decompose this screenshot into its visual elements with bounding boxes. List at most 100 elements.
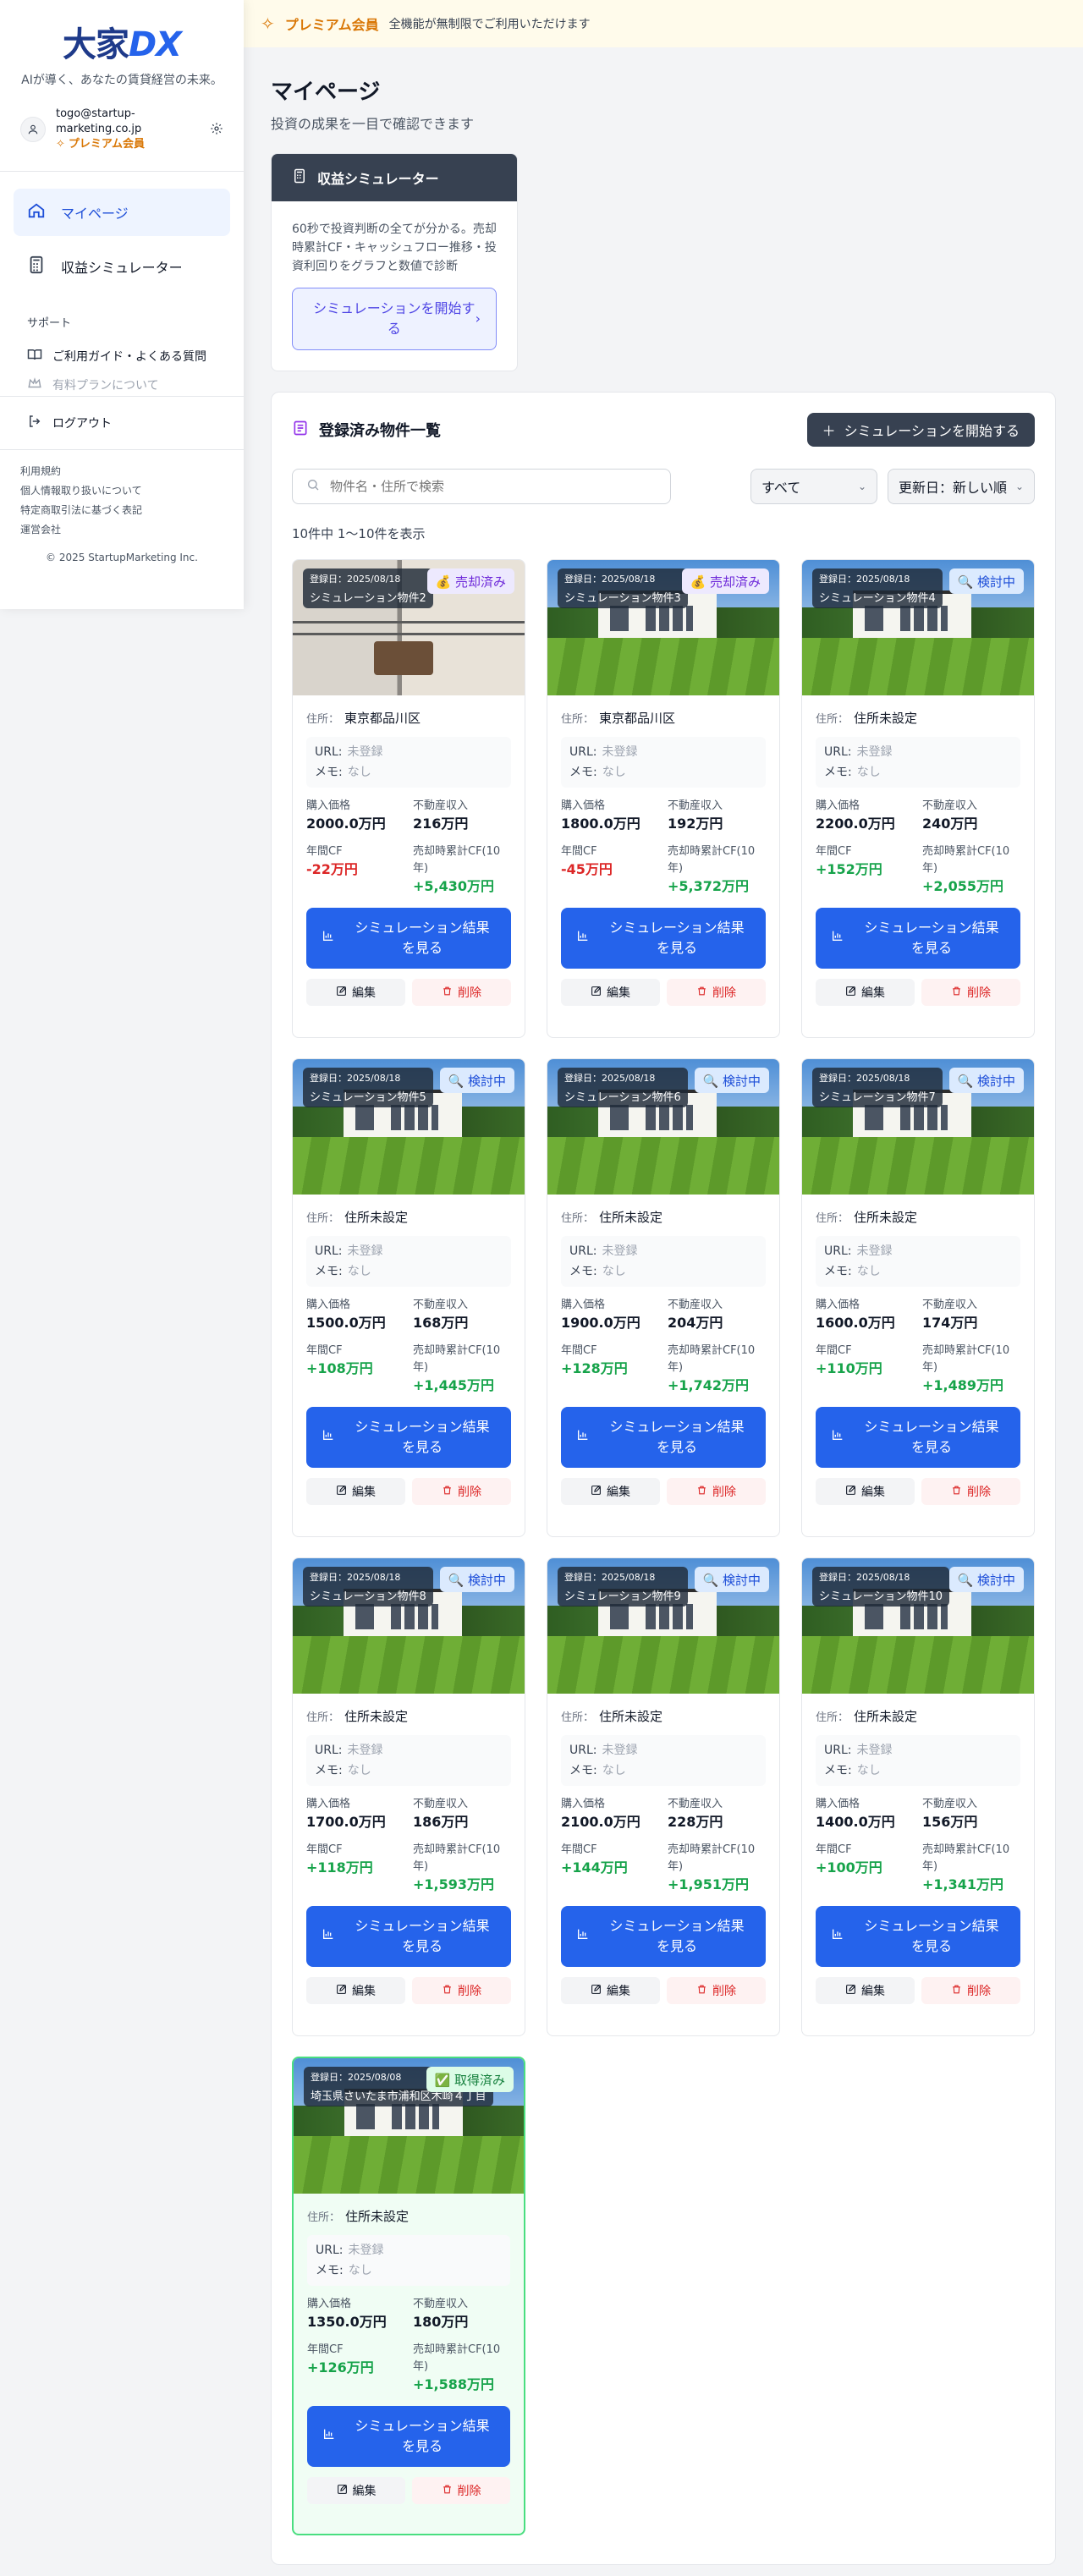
terms-link[interactable]: 利用規約: [20, 462, 223, 481]
view-results-button[interactable]: シミュレーション結果を見る: [306, 1407, 511, 1468]
address-label: 住所：: [306, 1212, 340, 1225]
edit-icon: [845, 986, 856, 1000]
edit-button[interactable]: 編集: [816, 979, 915, 1006]
income-value: 204万円: [668, 1315, 723, 1331]
edit-button[interactable]: 編集: [306, 1977, 405, 2004]
edit-icon: [845, 1984, 856, 1998]
income-label: 不動産収入: [668, 799, 723, 812]
delete-button[interactable]: 削除: [921, 1977, 1020, 2004]
status-badge[interactable]: 🔍 検討中: [948, 1068, 1024, 1093]
property-name: シミュレーション物件6: [564, 1091, 681, 1104]
address-value: 住所未設定: [854, 1210, 918, 1225]
memo-value: なし: [347, 1265, 371, 1278]
annual-cf-label: 年間CF: [816, 845, 852, 858]
property-name: シミュレーション物件2: [310, 592, 426, 605]
search-input[interactable]: [330, 479, 651, 494]
chart-icon: [576, 1427, 590, 1447]
chart-icon: [576, 1926, 590, 1947]
edit-icon: [591, 1984, 602, 1998]
gear-icon[interactable]: [210, 122, 223, 139]
status-badge[interactable]: 🔍 検討中: [948, 1567, 1024, 1592]
edit-label: 編集: [861, 1985, 885, 1998]
nav-item-simulator[interactable]: 収益シミュレーター: [14, 243, 230, 290]
income-label: 不動産収入: [413, 1798, 469, 1810]
view-results-button[interactable]: シミュレーション結果を見る: [816, 908, 1020, 969]
logout-button[interactable]: ログアウト: [0, 396, 244, 450]
plan-label: 有料プランについて: [52, 379, 159, 393]
chart-icon: [322, 928, 335, 948]
nav-label: マイページ: [61, 206, 129, 222]
status-badge[interactable]: ✅ 取得済み: [426, 2067, 514, 2092]
sale-cf-value: +1,489万円: [922, 1377, 1004, 1393]
view-results-button[interactable]: シミュレーション結果を見る: [306, 1906, 511, 1967]
url-value: 未登録: [856, 745, 893, 759]
url-label: URL:: [315, 1244, 343, 1258]
income-label: 不動産収入: [668, 1299, 723, 1311]
status-badge[interactable]: 🔍 検討中: [439, 1068, 514, 1093]
registered-date: 登録日：2025/08/18: [819, 1572, 910, 1583]
delete-button[interactable]: 削除: [921, 1478, 1020, 1505]
user-icon: [20, 117, 46, 142]
view-results-button[interactable]: シミュレーション結果を見る: [816, 1906, 1020, 1967]
sale-cf-label: 売却時累計CF(10年): [668, 845, 756, 875]
delete-button[interactable]: 削除: [412, 1478, 511, 1505]
edit-button[interactable]: 編集: [561, 1478, 660, 1505]
delete-button[interactable]: 削除: [921, 979, 1020, 1006]
main-nav: マイページ 収益シミュレーター: [0, 172, 244, 290]
property-address: 住所： 住所未設定: [561, 1707, 766, 1725]
property-overlay: 登録日：2025/08/18 シミュレーション物件3: [558, 568, 688, 608]
start-simulation-button[interactable]: シミュレーションを開始する ›: [292, 288, 497, 350]
edit-button[interactable]: 編集: [307, 2477, 405, 2504]
view-results-button[interactable]: シミュレーション結果を見る: [561, 1906, 766, 1967]
delete-button[interactable]: 削除: [667, 1977, 766, 2004]
guide-link[interactable]: ご利用ガイド・よくある質問: [0, 338, 244, 374]
price-label: 購入価格: [561, 1798, 606, 1810]
start-simulation-button-secondary[interactable]: ＋ シミュレーションを開始する: [806, 413, 1035, 447]
property-card: 登録日：2025/08/18 シミュレーション物件7 🔍 検討中 住所： 住所未設…: [801, 1058, 1035, 1537]
price-value: 1900.0万円: [561, 1315, 640, 1331]
status-badge[interactable]: 💰 売却済み: [681, 568, 769, 594]
nav-item-mypage[interactable]: マイページ: [14, 189, 230, 236]
status-badge[interactable]: 🔍 検討中: [948, 568, 1024, 594]
property-meta: URL: 未登録 メモ: なし: [306, 1735, 511, 1786]
company-link[interactable]: 運営会社: [20, 520, 223, 540]
delete-button[interactable]: 削除: [667, 1478, 766, 1505]
edit-button[interactable]: 編集: [306, 1478, 405, 1505]
privacy-link[interactable]: 個人情報取り扱いについて: [20, 481, 223, 501]
edit-button[interactable]: 編集: [816, 1977, 915, 2004]
edit-button[interactable]: 編集: [561, 979, 660, 1006]
status-badge[interactable]: 🔍 検討中: [694, 1068, 769, 1093]
status-filter-select[interactable]: すべて ⌄: [750, 469, 877, 504]
delete-button[interactable]: 削除: [412, 2477, 510, 2504]
logo[interactable]: 大家DX: [0, 0, 244, 66]
status-badge[interactable]: 💰 売却済み: [426, 568, 514, 594]
sort-select[interactable]: 更新日：新しい順 ⌄: [888, 469, 1035, 504]
income-label: 不動産収入: [413, 799, 469, 812]
delete-button[interactable]: 削除: [412, 979, 511, 1006]
property-name: シミュレーション物件10: [819, 1590, 943, 1603]
memo-label: メモ:: [315, 1265, 343, 1278]
view-results-button[interactable]: シミュレーション結果を見る: [816, 1407, 1020, 1468]
status-badge[interactable]: 🔍 検討中: [694, 1567, 769, 1592]
annual-cf-label: 年間CF: [306, 845, 343, 858]
view-results-button[interactable]: シミュレーション結果を見る: [561, 1407, 766, 1468]
view-results-button[interactable]: シミュレーション結果を見る: [306, 908, 511, 969]
lawn: [547, 1137, 779, 1195]
trash-icon: [951, 1984, 962, 1998]
delete-button[interactable]: 削除: [412, 1977, 511, 2004]
properties-title: 登録済み物件一覧: [292, 419, 441, 441]
status-badge[interactable]: 🔍 検討中: [439, 1567, 514, 1592]
view-results-button[interactable]: シミュレーション結果を見る: [561, 908, 766, 969]
view-results-label: シミュレーション結果を見る: [864, 1918, 999, 1954]
commerce-law-link[interactable]: 特定商取引法に基づく表記: [20, 501, 223, 520]
view-results-button[interactable]: シミュレーション結果を見る: [307, 2406, 510, 2467]
delete-button[interactable]: 削除: [667, 979, 766, 1006]
edit-label: 編集: [352, 1486, 376, 1499]
edit-button[interactable]: 編集: [306, 979, 405, 1006]
address-value: 住所未設定: [854, 1709, 918, 1724]
income-value: 228万円: [668, 1814, 723, 1830]
plan-link[interactable]: 有料プランについて: [0, 374, 244, 396]
edit-button[interactable]: 編集: [816, 1478, 915, 1505]
lawn: [293, 1137, 525, 1195]
edit-button[interactable]: 編集: [561, 1977, 660, 2004]
